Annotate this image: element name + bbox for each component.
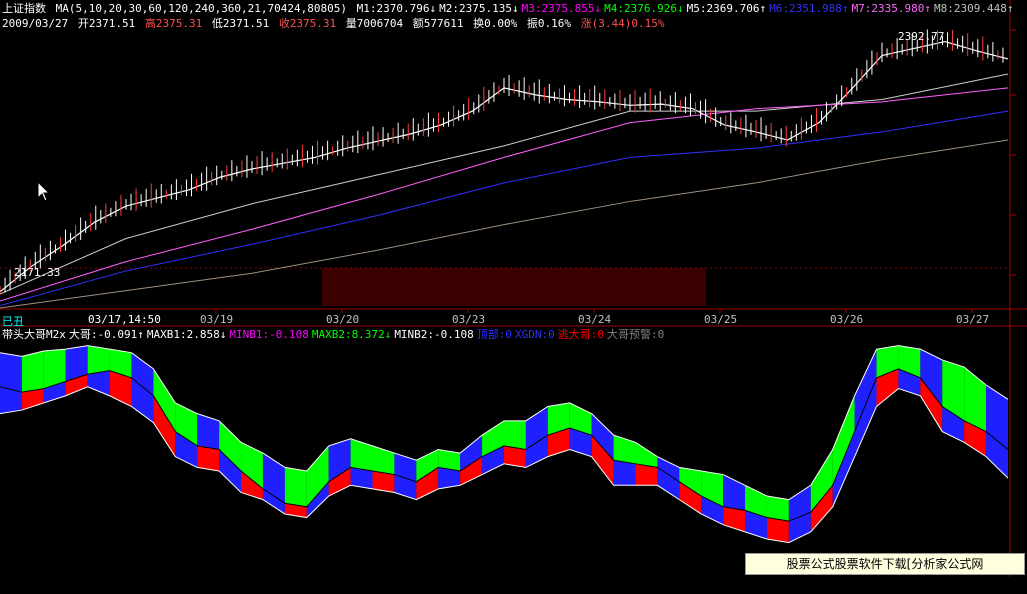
mouse-cursor-icon [37, 180, 51, 206]
ma-params: MA(5,10,20,30,60,120,240,360,21,70424,80… [55, 2, 348, 15]
quote-turnover: 换0.00% [473, 17, 518, 30]
ma-value: M7:2335.980↑ [851, 2, 932, 15]
legend-entry: MINB1:-0.108 [229, 328, 309, 341]
indicator-band [197, 445, 220, 471]
quote-amplitude: 振0.16% [526, 17, 572, 30]
watermark: 股票公式股票软件下载[分析家公式网www.88gs.com] [745, 553, 1025, 591]
x-tick-label: 03/26 [830, 313, 863, 326]
quote-change: 涨(3.44)0.15% [580, 17, 665, 30]
legend-entry: MAXB2:8.372↓ [311, 328, 392, 341]
high-label: 2392.77 [898, 30, 944, 43]
indicator-band [766, 496, 789, 522]
ma-values: M1:2370.796↓ M2:2375.135↓ M3:2375.855↓ M4:2… [357, 2, 1017, 15]
indicator-band [284, 467, 307, 507]
legend-entry: 顶部:0 [476, 328, 513, 341]
quote-open: 开2371.51 [77, 17, 136, 30]
price-chart[interactable]: 03/17,14:50 03/19 03/20 03/23 03/24 03/25 03/2… [0, 0, 1027, 577]
quote-row: 2009/03/27 开2371.51 高2375.31 低2371.51 收2… [2, 17, 668, 30]
indicator-band [0, 352, 22, 393]
x-tick-label: 03/25 [704, 313, 737, 326]
ma-value: M2:2375.135↓ [439, 2, 519, 15]
ma-value: M5:2369.706↑ [686, 2, 767, 15]
index-name: 上证指数 [2, 2, 46, 15]
ma-value: M3:2375.855↓ [521, 2, 602, 15]
ma-value: M1:2370.796↓ [356, 2, 437, 15]
x-tick-label: 03/19 [200, 313, 233, 326]
indicator-band [87, 370, 110, 396]
indicator-legend: 带头大哥M2x 大哥:-0.091↑ MAXB1:2.858↓ MINB1:-0.10… [2, 328, 667, 341]
indicator-band [504, 420, 526, 450]
quote-close: 收2375.31 [278, 17, 337, 30]
low-label: 2171.33 [14, 266, 60, 279]
x-tick-label: 03/23 [452, 313, 485, 326]
ma-value: M4:2376.926↓ [604, 2, 684, 15]
indicator-band [197, 413, 220, 450]
quote-date: 2009/03/27 [2, 17, 69, 30]
indicator-band [350, 438, 373, 471]
x-tick-label: 03/24 [578, 313, 611, 326]
quote-volume: 量7006704 [345, 17, 404, 30]
quote-high: 高2375.31 [144, 17, 203, 30]
ma-value: M8:2309.448↑ [934, 2, 1014, 15]
highlight-band [322, 268, 706, 306]
quote-amount: 额577611 [412, 17, 464, 30]
chart-stage[interactable]: 03/17,14:50 03/19 03/20 03/23 03/24 03/25 03/2… [0, 0, 1027, 577]
legend-entry: MAXB1:2.858↓ [146, 328, 227, 341]
legend-entry: XGDN:0 [515, 328, 555, 341]
indicator-band [21, 350, 44, 393]
period-label: 已丑 [2, 315, 24, 328]
quote-low: 低2371.51 [211, 17, 270, 30]
legend-entry: 逃大哥:0 [557, 328, 605, 341]
legend-entry: 大哥预警:0 [607, 328, 665, 341]
indicator-band [613, 460, 636, 486]
x-tick-label: 03/27 [956, 313, 989, 326]
legend-entry: 带头大哥M2x [2, 328, 66, 341]
x-tick-label: 03/17,14:50 [88, 313, 161, 326]
x-tick-label: 03/20 [326, 313, 359, 326]
indicator-band [613, 435, 636, 464]
indicator-band [766, 517, 789, 543]
indicator-band [372, 445, 395, 475]
indicator-band [87, 345, 110, 375]
legend-entry: MINB2:-0.108 [394, 328, 474, 341]
ma-header: 上证指数 MA(5,10,20,30,60,120,240,360,21,704… [2, 2, 1020, 15]
legend-entry: 大哥:-0.091↑ [68, 328, 144, 341]
ma-value: M6:2351.988↑ [769, 2, 849, 15]
